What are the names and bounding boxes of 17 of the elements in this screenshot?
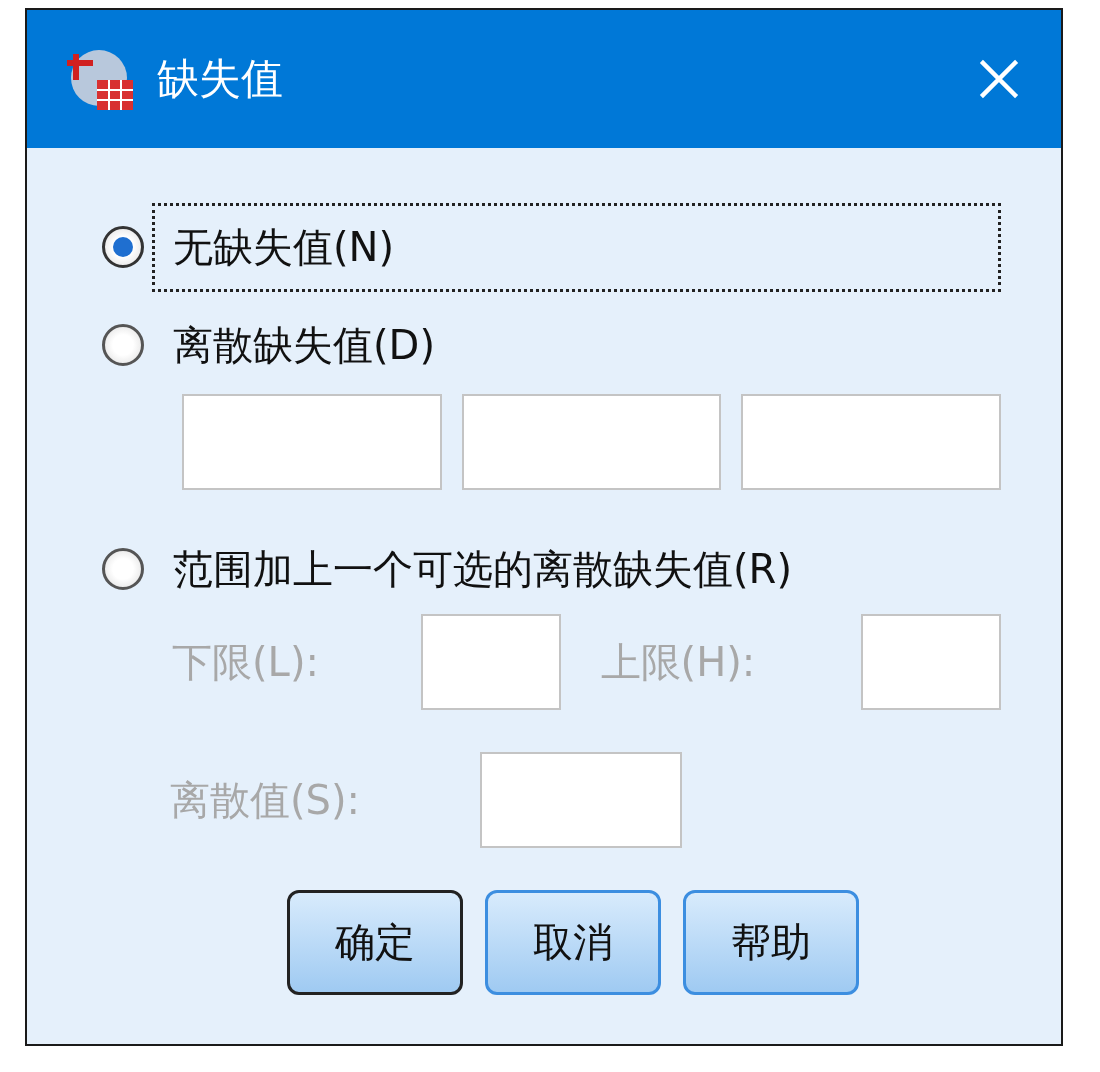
- dialog-button[interactable]: 帮助: [683, 890, 859, 995]
- dialog-button[interactable]: 确定: [287, 890, 463, 995]
- window-title: 缺失值: [157, 53, 284, 105]
- radio-button[interactable]: [102, 324, 144, 366]
- close-icon[interactable]: [977, 57, 1021, 101]
- radio-button[interactable]: [102, 226, 144, 268]
- dialog-button[interactable]: 取消: [485, 890, 661, 995]
- value-field[interactable]: [741, 394, 1001, 490]
- option-label[interactable]: 离散缺失值(D): [152, 300, 456, 390]
- option-label[interactable]: 无缺失值(N): [152, 202, 1001, 292]
- field-label: 离散值(S):: [170, 775, 362, 825]
- field-label: 上限(H):: [600, 637, 757, 687]
- value-field[interactable]: [182, 394, 442, 490]
- field-label: 下限(L):: [172, 637, 320, 687]
- value-field[interactable]: [461, 394, 722, 490]
- radio-button[interactable]: [102, 548, 144, 590]
- option-label[interactable]: 范围加上一个可选的离散缺失值(R): [152, 524, 813, 614]
